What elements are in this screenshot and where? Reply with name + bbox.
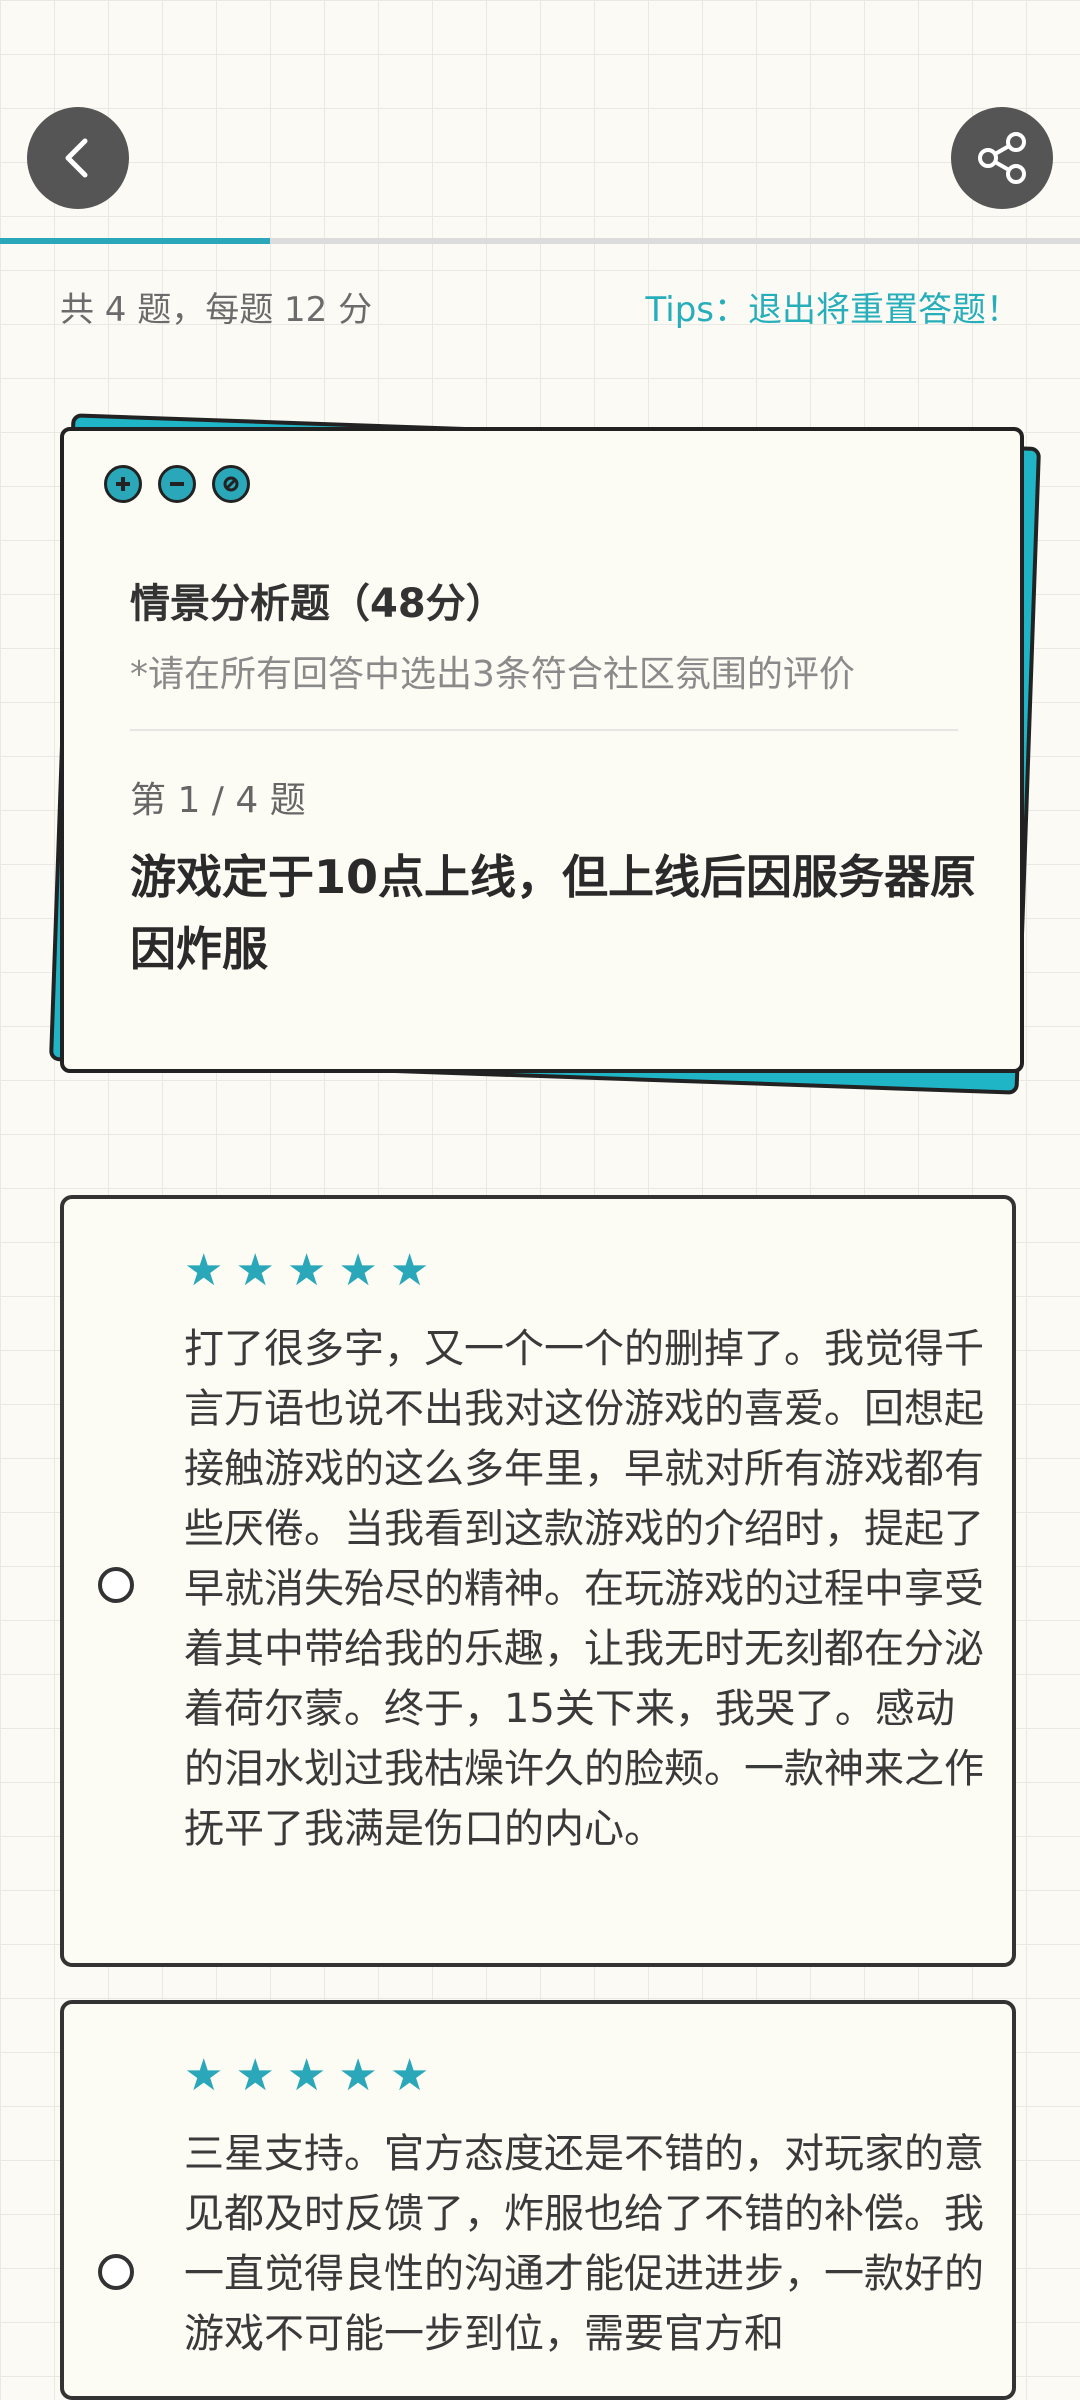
question-card: 情景分析题（48分） *请在所有回答中选出3条符合社区氛围的评价 第 1 / 4…: [60, 427, 1024, 1073]
star-icon: ★: [286, 2050, 327, 2101]
minus-icon: [158, 465, 196, 503]
question-counter: 第 1 / 4 题: [130, 780, 306, 821]
question-heading: 情景分析题（48分）: [130, 581, 506, 627]
progress-bar: [0, 238, 1080, 244]
answer-text-1: 打了很多字，又一个一个的删掉了。我觉得千言万语也说不出我对这份游戏的喜爱。回想起…: [184, 1326, 984, 1852]
star-icon: ★: [389, 2050, 430, 2101]
cancel-icon: [212, 465, 250, 503]
plus-icon: [104, 465, 142, 503]
star-icon: ★: [338, 2050, 378, 2101]
answer-radio-2[interactable]: [98, 2254, 134, 2290]
star-rating-1: ★ ★ ★ ★ ★: [184, 1249, 429, 1293]
answer-card-2[interactable]: ★ ★ ★ ★ ★ 三星支持。官方态度还是不错的，对玩家的意见都及时反馈了，炸服也给了不…: [60, 2000, 1016, 2400]
answer-card-1[interactable]: ★ ★ ★ ★ ★ 打了很多字，又一个一个的删掉了。我觉得千言万语也说不出我对这份游戏的…: [60, 1195, 1016, 1967]
question-total: 共 4 题，每题 12 分: [60, 290, 373, 330]
share-icon: [978, 132, 1026, 184]
star-icon: ★: [235, 1245, 275, 1296]
status-bar: [0, 0, 1080, 70]
star-icon: ★: [184, 2050, 224, 2101]
star-icon: ★: [286, 1245, 327, 1296]
star-rating-2: ★ ★ ★ ★ ★: [184, 2054, 429, 2098]
divider: [130, 729, 958, 731]
progress-fill: [0, 238, 270, 244]
chevron-left-icon: [65, 138, 88, 178]
window-controls: [104, 465, 250, 503]
star-icon: ★: [389, 1245, 430, 1296]
star-icon: ★: [235, 2050, 275, 2101]
answer-radio-1[interactable]: [98, 1567, 134, 1603]
star-icon: ★: [184, 1245, 224, 1296]
tips-text: Tips：退出将重置答题！: [645, 290, 1020, 330]
back-button[interactable]: [27, 107, 129, 209]
star-icon: ★: [338, 1245, 378, 1296]
question-note: *请在所有回答中选出3条符合社区氛围的评价: [130, 654, 855, 695]
answer-text-2: 三星支持。官方态度还是不错的，对玩家的意见都及时反馈了，炸服也给了不错的补偿。我…: [184, 2131, 984, 2357]
question-text: 游戏定于10点上线，但上线后因服务器原因炸服: [130, 850, 977, 976]
share-button[interactable]: [951, 107, 1053, 209]
